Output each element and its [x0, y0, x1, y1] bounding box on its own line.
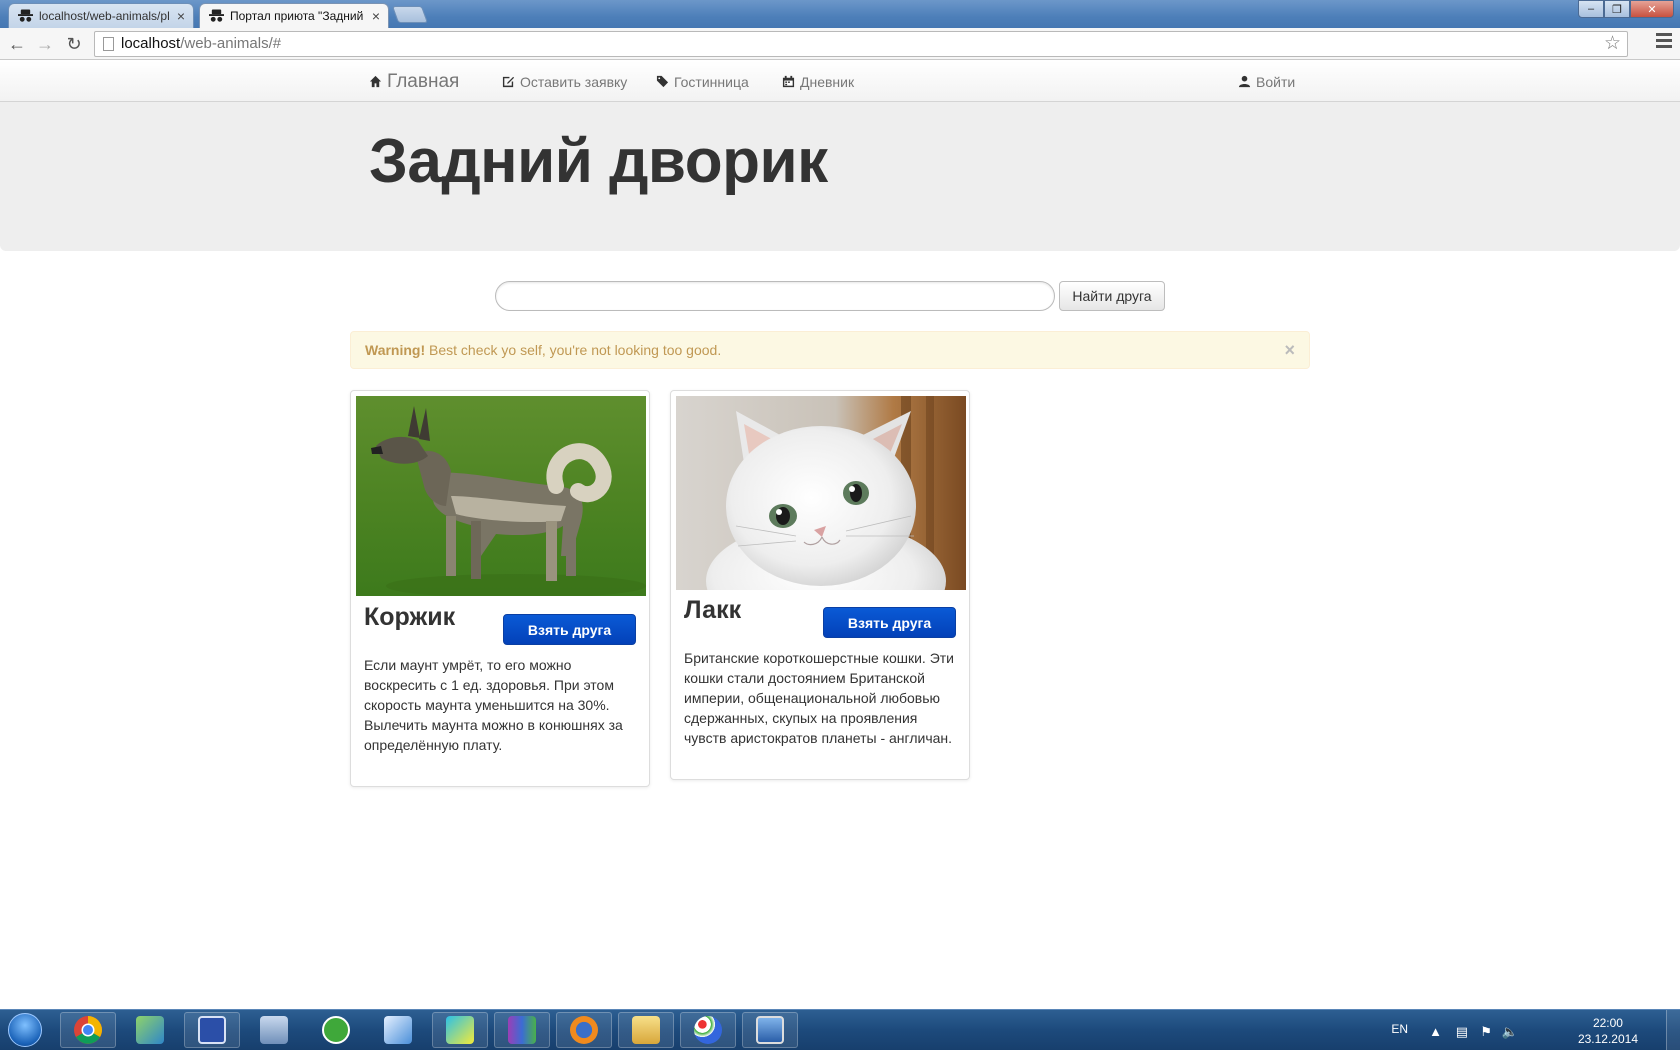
nav-login-link[interactable]: Войти [1238, 61, 1295, 102]
hero-jumbotron: Задний дворик [0, 102, 1680, 251]
edit-icon [502, 76, 515, 88]
warning-alert: Warning! Best check yo self, you're not … [350, 331, 1310, 369]
remote-desktop-icon [756, 1016, 784, 1044]
nav-item-application[interactable]: Оставить заявку [502, 61, 627, 102]
find-friend-button[interactable]: Найти друга [1059, 281, 1165, 311]
nav-item-diary[interactable]: Дневник [782, 61, 854, 102]
user-icon [1238, 75, 1251, 88]
notepad-icon [384, 1016, 412, 1044]
start-button[interactable] [2, 1011, 48, 1049]
webstorm-taskbar-icon[interactable] [432, 1012, 488, 1048]
save-app-taskbar-icon[interactable] [184, 1012, 240, 1048]
dog-image [356, 396, 646, 596]
nav-home-label: Главная [387, 70, 460, 92]
url-host: localhost [121, 35, 181, 52]
show-hidden-icons-icon[interactable]: ▲ [1429, 1024, 1442, 1039]
tab-close-icon[interactable]: × [177, 4, 185, 28]
browser-tab-1-title: localhost/web-animals/pl [39, 9, 170, 23]
webstorm-icon [446, 1016, 474, 1044]
incognito-favicon-icon [209, 9, 224, 22]
animal-card: Лакк Взять друга Британские короткошерст… [670, 390, 970, 780]
firefox-taskbar-icon[interactable] [556, 1012, 612, 1048]
close-button[interactable]: ✕ [1630, 0, 1674, 18]
minimize-button[interactable]: – [1578, 0, 1604, 18]
volume-icon[interactable]: 🔈 [1502, 1024, 1518, 1040]
windows-orb-icon [8, 1013, 42, 1047]
clock[interactable]: 22:00 23.12.2014 [1578, 1015, 1638, 1047]
restore-button[interactable]: ❐ [1604, 0, 1630, 18]
browser-tab-1[interactable]: localhost/web-animals/pl × [8, 3, 194, 28]
url-path: /web-animals/# [180, 35, 282, 52]
alert-strong: Warning! [365, 342, 426, 358]
browser-titlebar: localhost/web-animals/pl × Портал приюта… [0, 0, 1680, 28]
language-indicator[interactable]: EN [1391, 1022, 1408, 1036]
cat-photo [676, 396, 966, 590]
adopt-button[interactable]: Взять друга [823, 607, 956, 638]
chrome-taskbar-icon[interactable] [60, 1012, 116, 1048]
chrome-icon [74, 1016, 102, 1044]
animal-description: Если маунт умрёт, то его можно воскресит… [364, 657, 623, 753]
calendar-icon [782, 75, 795, 88]
nav-item-label: Оставить заявку [520, 73, 628, 90]
site-navbar: Главная Оставить заявку Гостинница Дневн… [0, 61, 1680, 102]
reload-icon[interactable]: ↻ [62, 32, 86, 56]
paint-palette-icon [694, 1016, 722, 1044]
tags-icon [656, 75, 669, 88]
nav-home-link[interactable]: Главная [369, 61, 459, 102]
browser-tab-2-title: Портал приюта "Задний [230, 9, 364, 23]
paint-taskbar-icon[interactable] [680, 1012, 736, 1048]
network-tool-taskbar-icon[interactable] [122, 1012, 178, 1048]
tab-close-icon[interactable]: × [372, 4, 380, 28]
show-desktop-button[interactable] [1666, 1010, 1680, 1050]
adopt-button[interactable]: Взять друга [503, 614, 636, 645]
nav-item-label: Дневник [800, 73, 855, 90]
bookmark-star-icon[interactable]: ☆ [1604, 32, 1621, 56]
address-bar[interactable]: localhost/web-animals/# ☆ [94, 31, 1628, 57]
search-input[interactable] [495, 281, 1055, 311]
page-title: Задний дворик [369, 127, 828, 196]
forward-arrow-icon[interactable]: → [33, 32, 57, 56]
chrome-menu-icon[interactable] [1656, 33, 1672, 53]
back-arrow-icon[interactable]: ← [5, 32, 29, 56]
page-icon [103, 37, 114, 51]
database-taskbar-icon[interactable] [246, 1012, 302, 1048]
nav-item-label: Гостинница [674, 73, 749, 90]
windows-taskbar: EN ▲ ▤ ⚑ 🔈 22:00 23.12.2014 [0, 1009, 1680, 1050]
remote-desktop-taskbar-icon[interactable] [742, 1012, 798, 1048]
folder-icon [632, 1016, 660, 1044]
browser-tab-2[interactable]: Портал приюта "Задний × [199, 3, 389, 28]
new-tab-button[interactable] [391, 6, 429, 23]
browser-toolbar: ← → ↻ localhost/web-animals/# ☆ [0, 28, 1680, 60]
explorer-taskbar-icon[interactable] [618, 1012, 674, 1048]
animal-description: Британские короткошерстные кошки. Эти ко… [684, 650, 955, 746]
clock-time: 22:00 [1592, 1016, 1623, 1030]
cat-image [676, 396, 966, 590]
winrar-icon [508, 1016, 536, 1044]
network-tool-icon [136, 1016, 164, 1044]
page-viewport: Главная Оставить заявку Гостинница Дневн… [0, 61, 1680, 1009]
utorrent-icon [322, 1016, 350, 1044]
alert-close-icon[interactable]: × [1284, 332, 1295, 368]
floppy-disk-icon [198, 1016, 226, 1044]
dog-photo [356, 396, 646, 596]
utorrent-taskbar-icon[interactable] [308, 1012, 364, 1048]
alert-text: Best check yo self, you're not looking t… [425, 342, 722, 358]
notepad-taskbar-icon[interactable] [370, 1012, 426, 1048]
action-center-flag-icon[interactable]: ⚑ [1480, 1024, 1492, 1040]
animal-name: Коржик [364, 603, 456, 631]
home-icon [369, 75, 382, 88]
nav-login-label: Войти [1256, 73, 1296, 90]
nav-item-hotel[interactable]: Гостинница [656, 61, 749, 102]
winrar-taskbar-icon[interactable] [494, 1012, 550, 1048]
animal-card: Коржик Взять друга Если маунт умрёт, то … [350, 390, 650, 787]
animal-name: Лакк [684, 596, 742, 624]
window-controls: – ❐ ✕ [1578, 0, 1674, 18]
clock-date: 23.12.2014 [1577, 1032, 1638, 1046]
network-icon[interactable]: ▤ [1456, 1024, 1468, 1040]
database-icon [260, 1016, 288, 1044]
incognito-favicon-icon [18, 9, 33, 22]
firefox-icon [570, 1016, 598, 1044]
